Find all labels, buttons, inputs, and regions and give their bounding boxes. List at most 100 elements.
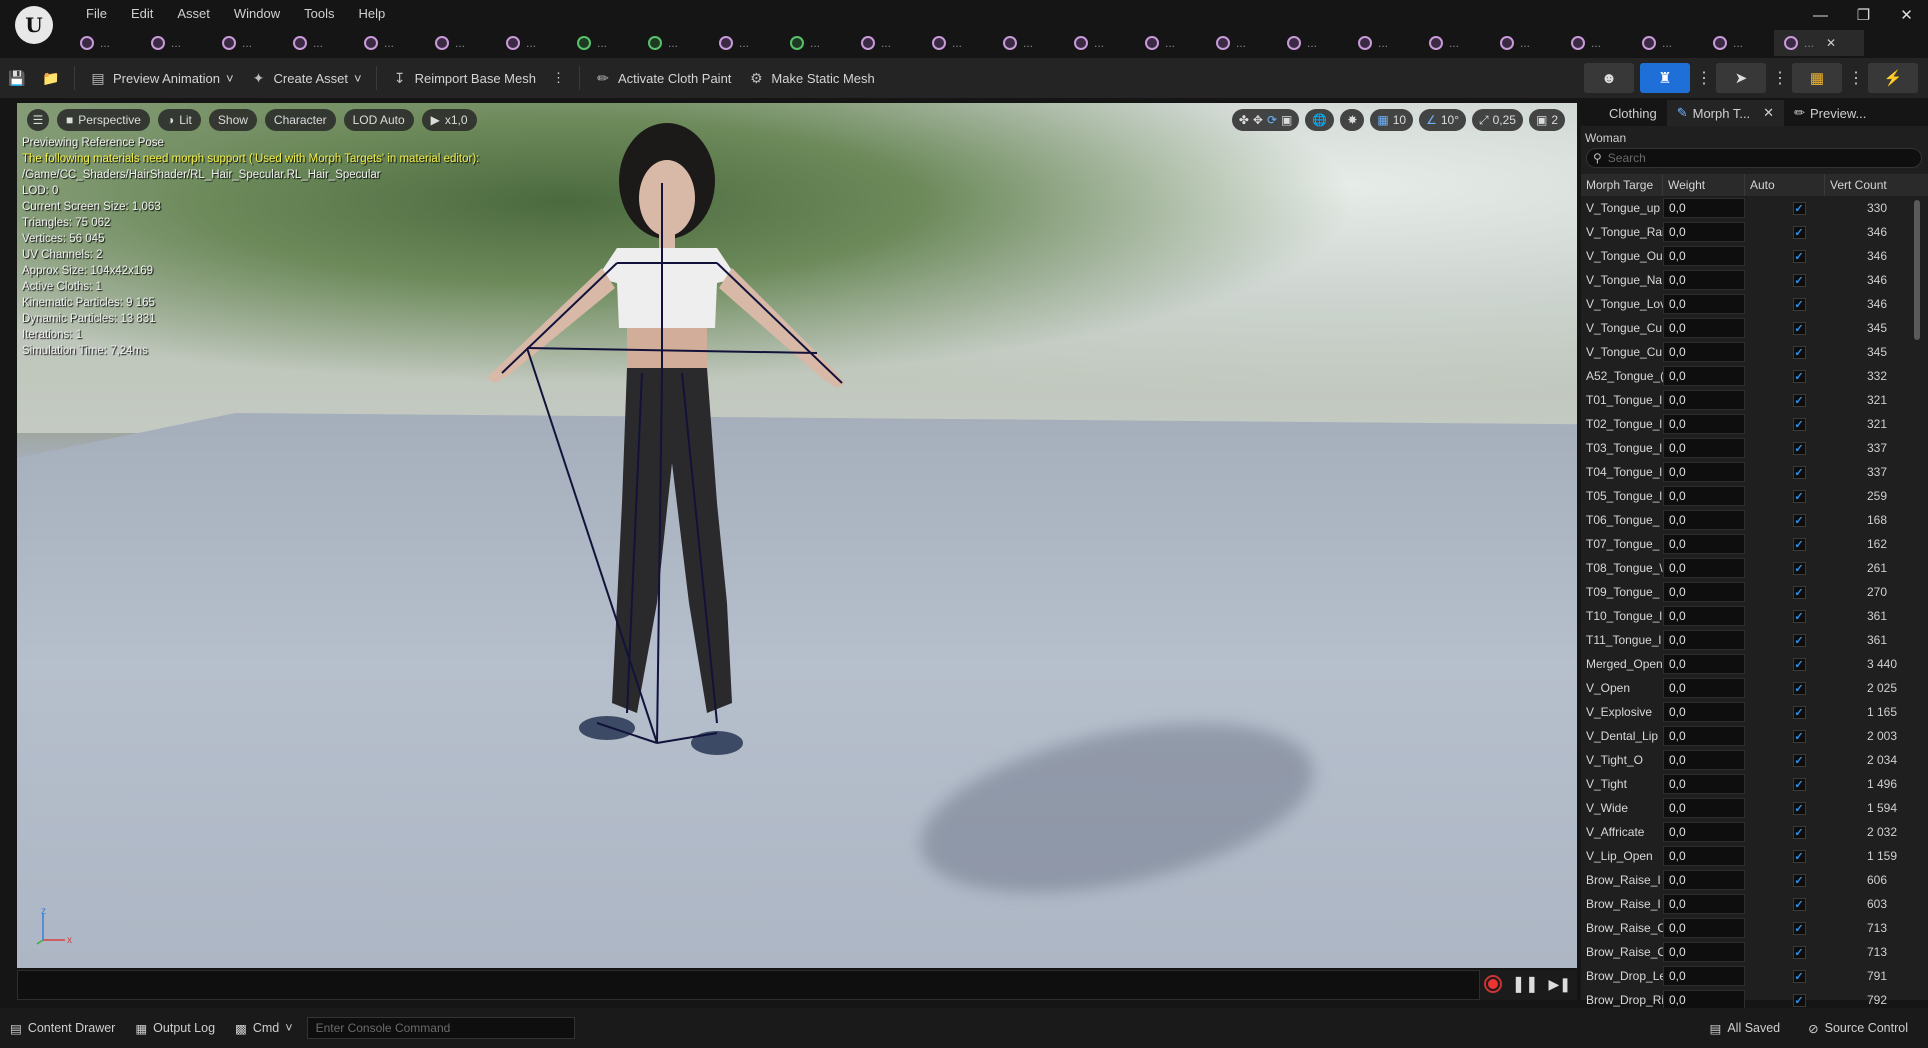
asset-tab[interactable]: ...	[1135, 30, 1206, 56]
weight-input[interactable]: 0,0	[1663, 222, 1745, 242]
perspective-button[interactable]: ■ Perspective	[57, 109, 150, 131]
table-row[interactable]: T01_Tongue_l 0,0 ✓ 321	[1581, 388, 1928, 412]
asset-tab[interactable]: ...	[780, 30, 851, 56]
table-row[interactable]: T05_Tongue_l 0,0 ✓ 259	[1581, 484, 1928, 508]
weight-input[interactable]: 0,0	[1663, 318, 1745, 338]
weight-input[interactable]: 0,0	[1663, 270, 1745, 290]
pause-button[interactable]: ❚❚	[1512, 974, 1539, 994]
table-row[interactable]: Brow_Raise_I 0,0 ✓ 603	[1581, 892, 1928, 916]
menu-edit[interactable]: Edit	[119, 3, 165, 25]
more-options-icon[interactable]: ⋮	[1696, 68, 1712, 88]
asset-tab[interactable]: ...	[1490, 30, 1561, 56]
mesh-mode-button[interactable]: ♜	[1640, 63, 1690, 93]
physics-mode-button[interactable]: ⚡	[1868, 63, 1918, 93]
lit-button[interactable]: ◑ Lit	[157, 109, 201, 131]
transform-mode-group[interactable]: ✤ ✥ ⟳ ▣	[1231, 109, 1300, 131]
weight-input[interactable]: 0,0	[1663, 558, 1745, 578]
weight-input[interactable]: 0,0	[1663, 870, 1745, 890]
auto-checkbox[interactable]: ✓	[1792, 273, 1806, 287]
table-row[interactable]: T07_Tongue_ 0,0 ✓ 162	[1581, 532, 1928, 556]
weight-input[interactable]: 0,0	[1663, 702, 1745, 722]
menu-window[interactable]: Window	[222, 3, 292, 25]
auto-checkbox[interactable]: ✓	[1792, 777, 1806, 791]
auto-checkbox[interactable]: ✓	[1792, 321, 1806, 335]
save-button[interactable]: 💾	[0, 63, 34, 93]
auto-checkbox[interactable]: ✓	[1792, 657, 1806, 671]
output-log-button[interactable]: ▦ Output Log	[125, 1013, 225, 1043]
weight-input[interactable]: 0,0	[1663, 918, 1745, 938]
auto-checkbox[interactable]: ✓	[1792, 393, 1806, 407]
weight-input[interactable]: 0,0	[1663, 846, 1745, 866]
asset-tab[interactable]: ...	[638, 30, 709, 56]
auto-checkbox[interactable]: ✓	[1792, 681, 1806, 695]
play-forward-button[interactable]: ▶❚	[1549, 976, 1572, 993]
table-row[interactable]: A52_Tongue_(0,0 ✓ 332	[1581, 364, 1928, 388]
weight-input[interactable]: 0,0	[1663, 582, 1745, 602]
timeline-scrubber[interactable]	[17, 970, 1480, 1000]
column-morph-target[interactable]: Morph Targe	[1581, 174, 1663, 196]
weight-input[interactable]: 0,0	[1663, 942, 1745, 962]
playback-speed-button[interactable]: ▶ x1,0	[421, 109, 477, 131]
table-row[interactable]: T04_Tongue_l 0,0 ✓ 337	[1581, 460, 1928, 484]
table-row[interactable]: Brow_Raise_C 0,0 ✓ 713	[1581, 940, 1928, 964]
animation-mode-button[interactable]: ➤	[1716, 63, 1766, 93]
grid-snap-button[interactable]: ▦ 10	[1370, 109, 1414, 131]
auto-checkbox[interactable]: ✓	[1792, 921, 1806, 935]
make-static-mesh-button[interactable]: ⚙ Make Static Mesh	[739, 63, 882, 93]
auto-checkbox[interactable]: ✓	[1792, 297, 1806, 311]
asset-tab[interactable]: ...	[1064, 30, 1135, 56]
weight-input[interactable]: 0,0	[1663, 606, 1745, 626]
show-button[interactable]: Show	[208, 109, 257, 131]
source-control-button[interactable]: ⊘ Source Control	[1798, 1013, 1918, 1043]
close-tab-icon[interactable]: ✕	[1763, 105, 1774, 121]
asset-tab[interactable]: ...	[1561, 30, 1632, 56]
record-button[interactable]	[1483, 975, 1502, 993]
auto-checkbox[interactable]: ✓	[1792, 537, 1806, 551]
asset-tab[interactable]: ...	[567, 30, 638, 56]
create-asset-button[interactable]: ✦ Create Asset ˅	[242, 63, 370, 93]
viewport[interactable]: ☰ ■ Perspective ◑ Lit Show Character LOD A…	[17, 103, 1577, 968]
blueprint-mode-button[interactable]: ▦	[1792, 63, 1842, 93]
table-row[interactable]: V_Tongue_Rai 0,0 ✓ 346	[1581, 220, 1928, 244]
auto-checkbox[interactable]: ✓	[1792, 249, 1806, 263]
menu-file[interactable]: File	[74, 3, 119, 25]
table-row[interactable]: Brow_Raise_C 0,0 ✓ 713	[1581, 916, 1928, 940]
table-row[interactable]: V_Tongue_Cu 0,0 ✓ 345	[1581, 316, 1928, 340]
asset-tab[interactable]: ...	[1348, 30, 1419, 56]
lod-button[interactable]: LOD Auto	[343, 109, 414, 131]
table-row[interactable]: V_Tongue_Na 0,0 ✓ 346	[1581, 268, 1928, 292]
weight-input[interactable]: 0,0	[1663, 462, 1745, 482]
asset-tab[interactable]: ...	[496, 30, 567, 56]
auto-checkbox[interactable]: ✓	[1792, 729, 1806, 743]
weight-input[interactable]: 0,0	[1663, 726, 1745, 746]
weight-input[interactable]: 0,0	[1663, 630, 1745, 650]
auto-checkbox[interactable]: ✓	[1792, 753, 1806, 767]
camera-speed-button[interactable]: ▣ 2	[1528, 109, 1565, 131]
asset-tab[interactable]: ...	[1206, 30, 1277, 56]
table-row[interactable]: V_Lip_Open 0,0 ✓ 1 159	[1581, 844, 1928, 868]
browse-button[interactable]: 📁	[34, 63, 68, 93]
close-tab-icon[interactable]: ✕	[1826, 36, 1836, 50]
auto-checkbox[interactable]: ✓	[1792, 849, 1806, 863]
weight-input[interactable]: 0,0	[1663, 822, 1745, 842]
auto-checkbox[interactable]: ✓	[1792, 633, 1806, 647]
weight-input[interactable]: 0,0	[1663, 246, 1745, 266]
rotation-snap-button[interactable]: ∠ 10°	[1419, 109, 1466, 131]
weight-input[interactable]: 0,0	[1663, 198, 1745, 218]
table-row[interactable]: T02_Tongue_l 0,0 ✓ 321	[1581, 412, 1928, 436]
weight-input[interactable]: 0,0	[1663, 774, 1745, 794]
menu-asset[interactable]: Asset	[165, 3, 222, 25]
auto-checkbox[interactable]: ✓	[1792, 345, 1806, 359]
auto-checkbox[interactable]: ✓	[1792, 225, 1806, 239]
table-row[interactable]: V_Tongue_Ou 0,0 ✓ 346	[1581, 244, 1928, 268]
auto-checkbox[interactable]: ✓	[1792, 801, 1806, 815]
weight-input[interactable]: 0,0	[1663, 966, 1745, 986]
asset-tab[interactable]: ...	[425, 30, 496, 56]
asset-tab[interactable]: ...	[709, 30, 780, 56]
list-scrollbar[interactable]	[1914, 200, 1920, 340]
auto-checkbox[interactable]: ✓	[1792, 609, 1806, 623]
unreal-logo-icon[interactable]: U	[15, 6, 53, 44]
table-row[interactable]: T08_Tongue_\ 0,0 ✓ 261	[1581, 556, 1928, 580]
table-row[interactable]: Merged_Open 0,0 ✓ 3 440	[1581, 652, 1928, 676]
weight-input[interactable]: 0,0	[1663, 390, 1745, 410]
